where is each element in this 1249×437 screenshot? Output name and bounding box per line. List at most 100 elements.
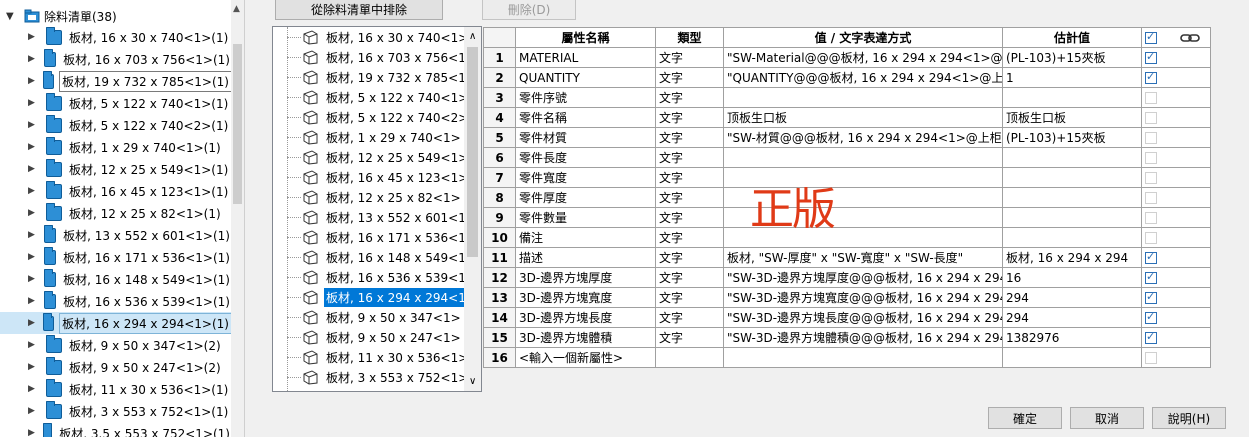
type-cell[interactable]: 文字 [655, 67, 724, 88]
include-checkbox[interactable] [1145, 232, 1157, 244]
type-cell[interactable]: 文字 [655, 187, 724, 208]
cutlist-item[interactable]: ▶ 板材, 9 x 50 x 247<1>(2) [0, 356, 232, 378]
cutlist-item[interactable]: ▶ 板材, 9 x 50 x 347<1>(2) [0, 334, 232, 356]
left-scrollbar[interactable]: ▲ [231, 0, 244, 437]
ok-button[interactable]: 確定 [988, 407, 1062, 429]
scroll-thumb[interactable] [467, 47, 478, 257]
cutlist-item[interactable]: ▶ 板材, 16 x 703 x 756<1>(1) [0, 48, 232, 70]
cutlist-tree[interactable]: ▼ 除料清單(38) ▶ 板材, 16 x 30 x 740<1>(1) ▶ 板材, … [0, 0, 245, 437]
property-row[interactable]: 15 3D-邊界方塊體積 文字 "SW-3D-邊界方塊體積@@@板材, 16 x 29… [483, 327, 1211, 348]
type-cell[interactable]: 文字 [655, 107, 724, 128]
picker-scrollbar[interactable]: ∧ ∨ [464, 27, 481, 391]
property-row[interactable]: 16 <輸入一個新屬性> [483, 347, 1211, 368]
value-cell[interactable] [723, 87, 1003, 108]
expand-arrow-icon[interactable]: ▶ [28, 340, 38, 350]
checkbox-cell[interactable] [1141, 207, 1211, 228]
include-checkbox[interactable] [1145, 250, 1157, 264]
checkbox-cell[interactable] [1141, 147, 1211, 168]
property-name-header[interactable]: 屬性名稱 [515, 27, 656, 48]
property-name-cell[interactable]: 描述 [515, 247, 656, 268]
checkbox-cell[interactable] [1141, 327, 1211, 348]
property-row[interactable]: 8 零件厚度 文字 [483, 187, 1211, 208]
cancel-button[interactable]: 取消 [1070, 407, 1144, 429]
link-icon[interactable] [1179, 32, 1201, 44]
expand-arrow-icon[interactable]: ▶ [28, 318, 35, 328]
body-list-item[interactable]: 板材, 16 x 703 x 756<1> [273, 47, 481, 67]
property-row[interactable]: 4 零件名稱 文字 顶板生口板 顶板生口板 [483, 107, 1211, 128]
expand-arrow-icon[interactable]: ▶ [28, 142, 38, 152]
collapse-icon[interactable]: ▼ [6, 11, 18, 22]
expand-arrow-icon[interactable]: ▶ [28, 98, 38, 108]
property-row[interactable]: 2 QUANTITY 文字 "QUANTITY@@@板材, 16 x 294 x 29… [483, 67, 1211, 88]
cutlist-item[interactable]: ▶ 板材, 12 x 25 x 82<1>(1) [0, 202, 232, 224]
cutlist-item[interactable]: ▶ 板材, 16 x 30 x 740<1>(1) [0, 26, 232, 48]
select-all-checkbox[interactable] [1145, 30, 1157, 44]
expand-arrow-icon[interactable]: ▶ [28, 76, 35, 86]
property-row[interactable]: 1 MATERIAL 文字 "SW-Material@@@板材, 16 x 294 x… [483, 47, 1211, 68]
body-list-item[interactable]: 板材, 16 x 536 x 539<1> [273, 267, 481, 287]
type-cell[interactable] [655, 347, 724, 368]
include-checkbox[interactable] [1145, 152, 1157, 164]
type-cell[interactable]: 文字 [655, 147, 724, 168]
type-cell[interactable]: 文字 [655, 127, 724, 148]
checkbox-cell[interactable] [1141, 187, 1211, 208]
body-list-item[interactable]: 板材, 9 x 50 x 247<1> [273, 327, 481, 347]
body-list-item[interactable]: 板材, 16 x 45 x 123<1> [273, 167, 481, 187]
cutlist-item[interactable]: ▶ 板材, 16 x 536 x 539<1>(1) [0, 290, 232, 312]
property-name-cell[interactable]: 3D-邊界方塊體積 [515, 327, 656, 348]
cutlist-item[interactable]: ▶ 板材, 5 x 122 x 740<1>(1) [0, 92, 232, 114]
checkbox-cell[interactable] [1141, 307, 1211, 328]
property-row[interactable]: 3 零件序號 文字 [483, 87, 1211, 108]
body-list-item[interactable]: 板材, 13 x 552 x 601<1> [273, 207, 481, 227]
checkbox-cell[interactable] [1141, 227, 1211, 248]
value-cell[interactable]: 板材, "SW-厚度" x "SW-寬度" x "SW-長度" [723, 247, 1003, 268]
evaluated-value-header[interactable]: 估計值 [1002, 27, 1142, 48]
property-name-cell[interactable]: 零件長度 [515, 147, 656, 168]
property-name-cell[interactable]: 零件寬度 [515, 167, 656, 188]
property-name-cell[interactable]: 備注 [515, 227, 656, 248]
property-name-cell[interactable]: 零件材質 [515, 127, 656, 148]
property-row[interactable]: 11 描述 文字 板材, "SW-厚度" x "SW-寬度" x "SW-長度" 板材,… [483, 247, 1211, 268]
expand-arrow-icon[interactable]: ▶ [28, 296, 36, 306]
include-checkbox[interactable] [1145, 290, 1157, 304]
expand-arrow-icon[interactable]: ▶ [28, 120, 38, 130]
body-list-item[interactable]: 板材, 1 x 29 x 740<1> [273, 127, 481, 147]
expand-arrow-icon[interactable]: ▶ [28, 164, 38, 174]
checkbox-cell[interactable] [1141, 67, 1211, 88]
scroll-up-icon[interactable]: ∧ [469, 31, 476, 42]
type-cell[interactable]: 文字 [655, 247, 724, 268]
delete-button[interactable]: 刪除(D) [482, 0, 576, 20]
include-checkbox[interactable] [1145, 330, 1157, 344]
include-checkbox[interactable] [1145, 310, 1157, 324]
cutlist-item[interactable]: ▶ 板材, 19 x 732 x 785<1>(1) [0, 70, 232, 92]
expand-arrow-icon[interactable]: ▶ [28, 428, 35, 437]
checkbox-cell[interactable] [1141, 287, 1211, 308]
checkbox-cell[interactable] [1141, 47, 1211, 68]
scroll-up-icon[interactable]: ▲ [233, 4, 240, 14]
property-row[interactable]: 5 零件材質 文字 "SW-材質@@@板材, 16 x 294 x 294<1>@上柜… [483, 127, 1211, 148]
type-cell[interactable]: 文字 [655, 267, 724, 288]
cutlist-item[interactable]: ▶ 板材, 13 x 552 x 601<1>(1) [0, 224, 232, 246]
property-name-cell[interactable]: QUANTITY [515, 67, 656, 88]
cutlist-item[interactable]: ▶ 板材, 16 x 294 x 294<1>(1) [0, 312, 232, 334]
body-list-item[interactable]: 板材, 16 x 148 x 549<1> [273, 247, 481, 267]
exclude-from-cutlist-button[interactable]: 從除料清單中排除 [275, 0, 443, 20]
property-name-cell[interactable]: <輸入一個新屬性> [515, 347, 656, 368]
include-checkbox[interactable] [1145, 132, 1157, 144]
property-row[interactable]: 9 零件數量 文字 [483, 207, 1211, 228]
expand-arrow-icon[interactable]: ▶ [28, 274, 36, 284]
body-picker-list[interactable]: 板材, 16 x 30 x 740<1> 板材, 16 x 703 x 756<1… [272, 26, 482, 392]
body-list-item[interactable]: 板材, 19 x 732 x 785<1> [273, 67, 481, 87]
property-name-cell[interactable]: 零件數量 [515, 207, 656, 228]
expand-arrow-icon[interactable]: ▶ [28, 208, 38, 218]
checkbox-header[interactable] [1141, 27, 1211, 48]
expand-arrow-icon[interactable]: ▶ [28, 32, 38, 42]
value-cell[interactable]: "SW-3D-邊界方塊厚度@@@板材, 16 x 294 x 294 [723, 267, 1003, 288]
cutlist-item[interactable]: ▶ 板材, 16 x 45 x 123<1>(1) [0, 180, 232, 202]
include-checkbox[interactable] [1145, 352, 1157, 364]
checkbox-cell[interactable] [1141, 347, 1211, 368]
scroll-down-icon[interactable]: ∨ [469, 376, 476, 387]
body-list-item[interactable]: 板材, 16 x 171 x 536<1> [273, 227, 481, 247]
include-checkbox[interactable] [1145, 270, 1157, 284]
body-list-item[interactable]: 板材, 12 x 25 x 82<1> [273, 187, 481, 207]
